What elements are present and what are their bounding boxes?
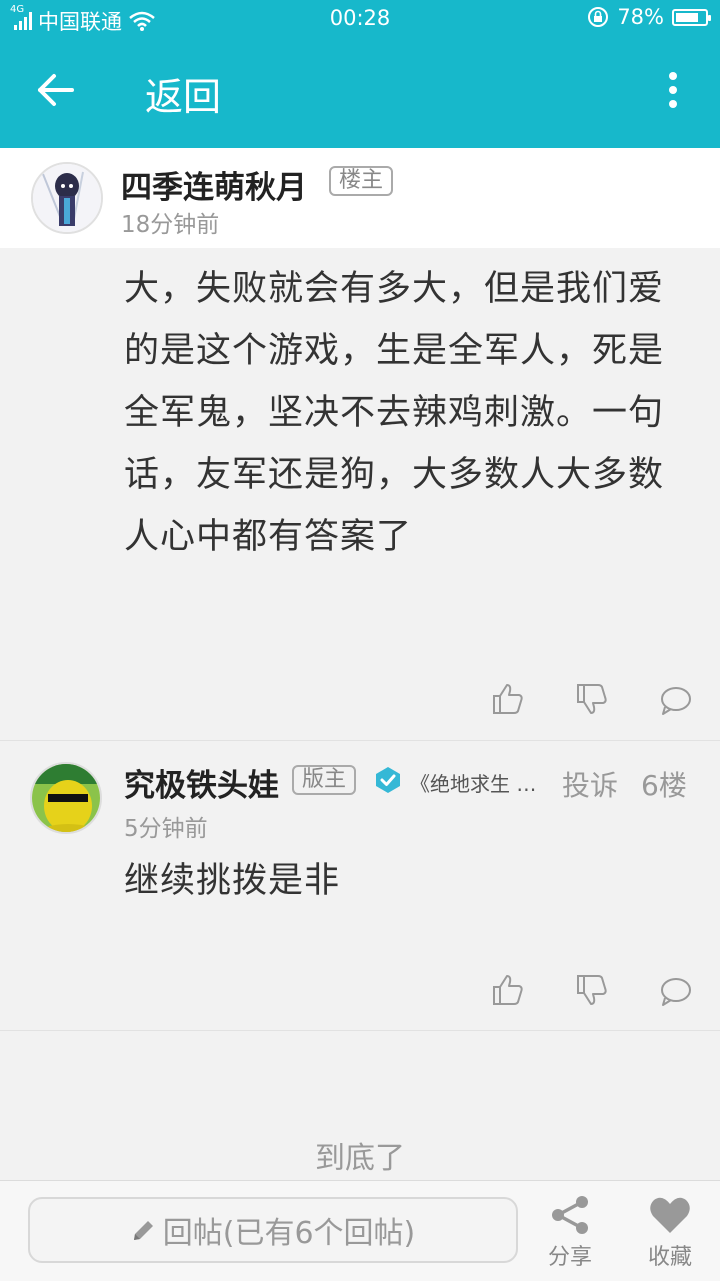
report-button[interactable]: 投诉 bbox=[562, 764, 618, 804]
floor-number: 6楼 bbox=[641, 769, 687, 802]
battery-fill bbox=[676, 12, 698, 22]
divider-1 bbox=[0, 740, 720, 741]
share-button[interactable]: 分享 bbox=[530, 1193, 610, 1277]
status-right: 78% bbox=[587, 5, 711, 29]
more-menu-icon[interactable] bbox=[666, 72, 680, 112]
divider-2 bbox=[0, 1030, 720, 1031]
favorite-label: 收藏 bbox=[647, 1245, 692, 1270]
op-post-body: 大，失败就会有多大，但是我们爱的是这个游戏，生是全军人，死是全军鬼，坚决不去辣鸡… bbox=[124, 269, 665, 557]
heart-icon bbox=[650, 1197, 690, 1233]
app-bar: 返回 bbox=[0, 38, 720, 148]
reply-post-body: 继续挑拨是非 bbox=[124, 861, 341, 901]
share-label: 分享 bbox=[547, 1245, 592, 1270]
share-icon bbox=[552, 1196, 588, 1234]
end-of-list-text: 到底了 bbox=[315, 1141, 405, 1176]
op-username[interactable]: 四季连萌秋月 bbox=[121, 162, 307, 207]
op-comment-icon[interactable] bbox=[659, 684, 693, 718]
op-avatar[interactable] bbox=[31, 162, 103, 234]
reply-like-icon[interactable] bbox=[491, 973, 525, 1007]
op-like-icon[interactable] bbox=[491, 682, 525, 716]
verified-icon bbox=[376, 767, 400, 793]
back-arrow-icon[interactable] bbox=[34, 68, 78, 112]
pencil-icon bbox=[133, 1221, 153, 1240]
reply-comment-icon[interactable] bbox=[659, 975, 693, 1009]
op-dislike-icon[interactable] bbox=[575, 682, 609, 716]
op-header: 四季连萌秋月 楼主 18分钟前 bbox=[0, 148, 720, 248]
rotation-lock-icon bbox=[588, 7, 609, 27]
reply-avatar[interactable] bbox=[30, 762, 102, 834]
reply-input-placeholder: 回帖(已有6个回帖) bbox=[162, 1216, 416, 1251]
bottom-bar: 回帖(已有6个回帖) 分享 收藏 bbox=[0, 1180, 720, 1281]
op-time: 18分钟前 bbox=[121, 212, 220, 238]
op-avatar-image bbox=[33, 164, 101, 232]
reply-tag: 版主 bbox=[292, 765, 357, 795]
reply-input[interactable]: 回帖(已有6个回帖) bbox=[28, 1197, 518, 1263]
reply-forum-link[interactable]: 《绝地求生 全... bbox=[410, 768, 548, 797]
reply-time: 5分钟前 bbox=[124, 816, 208, 842]
op-tag: 楼主 bbox=[329, 166, 394, 196]
battery-percent: 78% bbox=[617, 5, 664, 29]
battery-icon bbox=[672, 8, 711, 26]
reply-avatar-image bbox=[32, 764, 100, 832]
favorite-button[interactable]: 收藏 bbox=[630, 1193, 710, 1277]
status-bar: 4G 中国联通 00:28 78% bbox=[0, 0, 720, 38]
reply-dislike-icon[interactable] bbox=[575, 973, 609, 1007]
reply-username[interactable]: 究极铁头娃 bbox=[124, 760, 279, 805]
back-title[interactable]: 返回 bbox=[145, 66, 221, 121]
